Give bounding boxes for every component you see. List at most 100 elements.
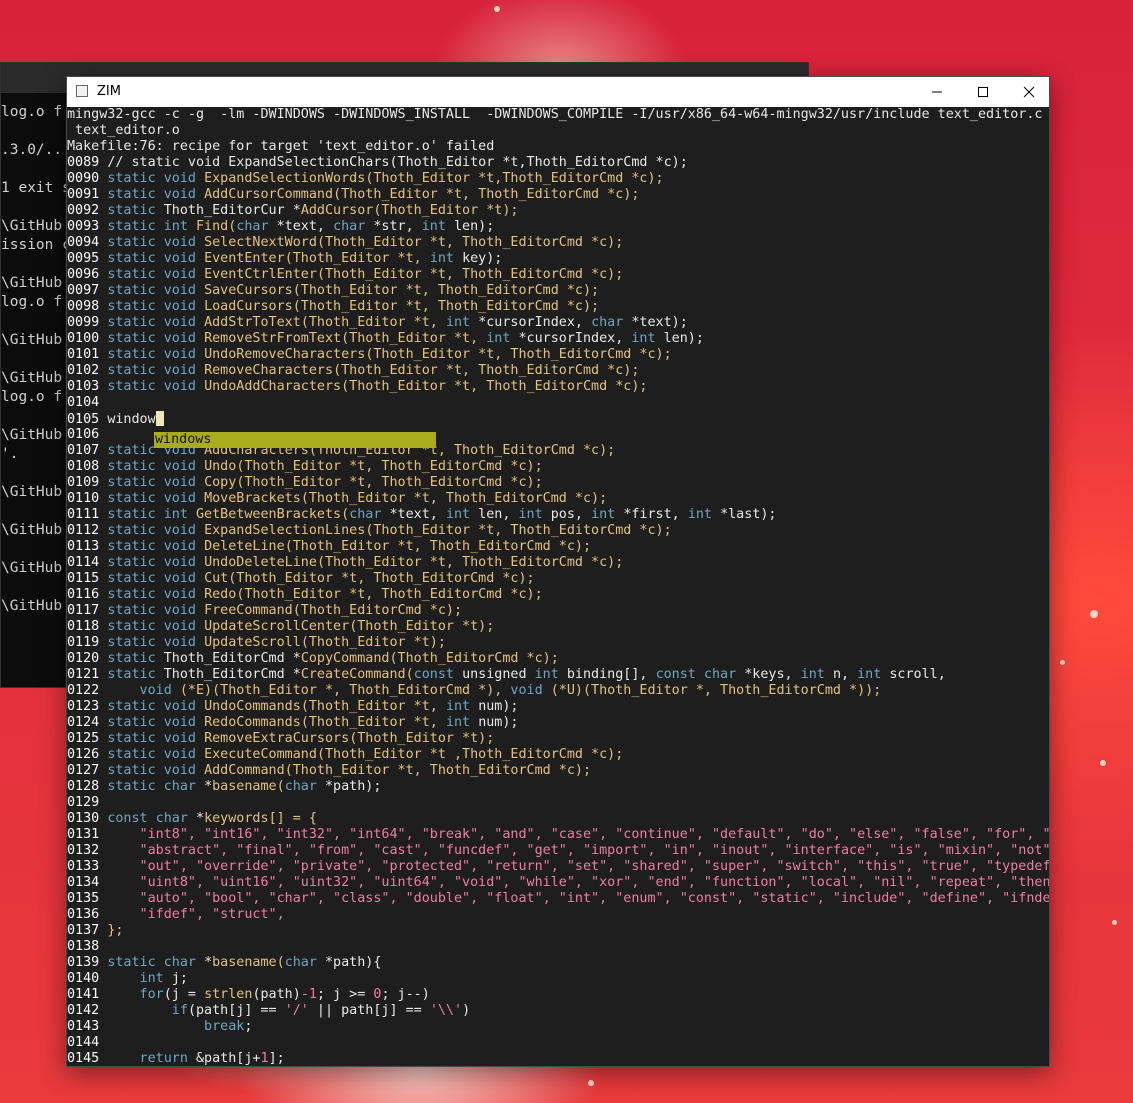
- line-number: 0133: [67, 859, 108, 874]
- code-line[interactable]: 0134 "uint8", "uint16", "uint32", "uint6…: [67, 875, 1049, 891]
- line-number: 0138: [67, 939, 108, 954]
- code-line[interactable]: Makefile:76: recipe for target 'text_edi…: [67, 139, 1049, 155]
- code-line[interactable]: 0097 static void SaveCursors(Thoth_Edito…: [67, 283, 1049, 299]
- line-number: 0093: [67, 219, 108, 234]
- code-token: (Thoth_Editor *t, Thoth_EditorCmd *c);: [236, 587, 543, 602]
- code-line[interactable]: 0145 return &path[j+1];: [67, 1051, 1049, 1066]
- code-line[interactable]: 0095 static void EventEnter(Thoth_Editor…: [67, 251, 1049, 267]
- code-text[interactable]: mingw32-gcc -c -g -lm -DWINDOWS -DWINDOW…: [67, 107, 1049, 1066]
- maximize-button[interactable]: [960, 77, 1006, 107]
- code-line[interactable]: text_editor.o: [67, 123, 1049, 139]
- code-line[interactable]: 0092 static Thoth_EditorCur *AddCursor(T…: [67, 203, 1049, 219]
- code-token: CopyCommand: [300, 651, 390, 666]
- autocomplete-suggestion[interactable]: windows: [154, 432, 436, 448]
- code-line[interactable]: 0112 static void ExpandSelectionLines(Th…: [67, 523, 1049, 539]
- code-line[interactable]: 0116 static void Redo(Thoth_Editor *t, T…: [67, 587, 1049, 603]
- close-button[interactable]: [1006, 77, 1052, 107]
- code-line[interactable]: 0125 static void RemoveExtraCursors(Thot…: [67, 731, 1049, 747]
- code-token: (Thoth_Editor *t, Thoth_EditorCmd *c);: [284, 539, 592, 554]
- code-line[interactable]: 0101 static void UndoRemoveCharacters(Th…: [67, 347, 1049, 363]
- code-line[interactable]: 0105 window: [67, 411, 1049, 427]
- terminal-line: 1 exit s: [1, 180, 71, 196]
- code-line[interactable]: 0120 static Thoth_EditorCmd *CopyCommand…: [67, 651, 1049, 667]
- code-line[interactable]: 0111 static int GetBetweenBrackets(char …: [67, 507, 1049, 523]
- code-line[interactable]: 0131 "int8", "int16", "int32", "int64", …: [67, 827, 1049, 843]
- code-line[interactable]: 0133 "out", "override", "private", "prot…: [67, 859, 1049, 875]
- code-line[interactable]: 0100 static void RemoveStrFromText(Thoth…: [67, 331, 1049, 347]
- code-line[interactable]: 0143 break;: [67, 1019, 1049, 1035]
- code-line[interactable]: 0129: [67, 795, 1049, 811]
- code-token: int: [445, 715, 479, 730]
- code-token: return: [107, 1051, 196, 1066]
- code-token: SelectNextWord: [204, 235, 317, 250]
- code-line[interactable]: 0114 static void UndoDeleteLine(Thoth_Ed…: [67, 555, 1049, 571]
- line-number: 0140: [67, 971, 108, 986]
- code-line[interactable]: 0117 static void FreeCommand(Thoth_Edito…: [67, 603, 1049, 619]
- code-line[interactable]: mingw32-gcc -c -g -lm -DWINDOWS -DWINDOW…: [67, 107, 1049, 123]
- code-token: int: [631, 331, 664, 346]
- code-token: (j =: [163, 987, 205, 1002]
- code-line[interactable]: 0099 static void AddStrToText(Thoth_Edit…: [67, 315, 1049, 331]
- code-line[interactable]: 0109 static void Copy(Thoth_Editor *t, T…: [67, 475, 1049, 491]
- code-line[interactable]: 0093 static int Find(char *text, char *s…: [67, 219, 1049, 235]
- minimize-button[interactable]: [914, 77, 960, 107]
- code-token: (Thoth_Editor *t);: [300, 635, 446, 650]
- code-line[interactable]: 0119 static void UpdateScroll(Thoth_Edit…: [67, 635, 1049, 651]
- code-line[interactable]: 0091 static void AddCursorCommand(Thoth_…: [67, 187, 1049, 203]
- zim-editor-window[interactable]: ZIM mingw32-gcc -c -g -lm -DWINDOWS -DWI…: [66, 76, 1050, 1067]
- code-line[interactable]: 0141 for(j = strlen(path)-1; j >= 0; j--…: [67, 987, 1049, 1003]
- code-token: (Thoth_Editor *t,Thoth_EditorCmd *c);: [365, 171, 664, 186]
- code-token: static: [107, 667, 164, 682]
- code-token: static char: [107, 779, 205, 794]
- code-line[interactable]: 0113 static void DeleteLine(Thoth_Editor…: [67, 539, 1049, 555]
- code-editor-area[interactable]: mingw32-gcc -c -g -lm -DWINDOWS -DWINDOW…: [67, 107, 1049, 1066]
- code-line[interactable]: 0102 static void RemoveCharacters(Thoth_…: [67, 363, 1049, 379]
- line-number: 0143: [67, 1019, 108, 1034]
- code-line[interactable]: 0115 static void Cut(Thoth_Editor *t, Th…: [67, 571, 1049, 587]
- code-line[interactable]: 0098 static void LoadCursors(Thoth_Edito…: [67, 299, 1049, 315]
- code-line[interactable]: 0136 "ifdef", "struct",: [67, 907, 1049, 923]
- code-line[interactable]: 0140 int j;: [67, 971, 1049, 987]
- code-line[interactable]: 0139 static char *basename(char *path){: [67, 955, 1049, 971]
- code-line[interactable]: 0122 void (*E)(Thoth_Editor *, Thoth_Edi…: [67, 683, 1049, 699]
- title-bar[interactable]: ZIM: [67, 77, 1049, 107]
- code-line[interactable]: 0118 static void UpdateScrollCenter(Thot…: [67, 619, 1049, 635]
- code-token: basename: [212, 955, 277, 970]
- line-number: 0115: [67, 571, 108, 586]
- code-line[interactable]: 0123 static void UndoCommands(Thoth_Edit…: [67, 699, 1049, 715]
- code-line[interactable]: 0121 static Thoth_EditorCmd *CreateComma…: [67, 667, 1049, 683]
- line-number: 0098: [67, 299, 108, 314]
- code-line[interactable]: 0130 const char *keywords[] = {: [67, 811, 1049, 827]
- code-line[interactable]: 0110 static void MoveBrackets(Thoth_Edit…: [67, 491, 1049, 507]
- code-line[interactable]: 0124 static void RedoCommands(Thoth_Edit…: [67, 715, 1049, 731]
- code-token: (Thoth_Editor *t, Thoth_EditorCmd *c);: [292, 299, 600, 314]
- code-token: *path);: [325, 779, 382, 794]
- line-number: 0126: [67, 747, 108, 762]
- code-line[interactable]: 0138: [67, 939, 1049, 955]
- code-token: int: [857, 667, 890, 682]
- line-number: 0106: [67, 427, 108, 442]
- code-line[interactable]: 0089 // static void ExpandSelectionChars…: [67, 155, 1049, 171]
- code-line[interactable]: 0144: [67, 1035, 1049, 1051]
- code-token: basename: [212, 779, 277, 794]
- code-line[interactable]: 0104: [67, 395, 1049, 411]
- code-line[interactable]: 0096 static void EventCtrlEnter(Thoth_Ed…: [67, 267, 1049, 283]
- code-line[interactable]: 0090 static void ExpandSelectionWords(Th…: [67, 171, 1049, 187]
- code-token: static void: [107, 379, 205, 394]
- line-number: 0125: [67, 731, 108, 746]
- code-line[interactable]: 0127 static void AddCommand(Thoth_Editor…: [67, 763, 1049, 779]
- code-token: (: [341, 507, 350, 522]
- code-token: (Thoth_Editor *t,: [300, 699, 446, 714]
- code-token: char: [236, 219, 277, 234]
- code-token: static void: [107, 235, 205, 250]
- code-line[interactable]: 0142 if(path[j] == '/' || path[j] == '\\…: [67, 1003, 1049, 1019]
- code-line[interactable]: 0135 "auto", "bool", "char", "class", "d…: [67, 891, 1049, 907]
- code-line[interactable]: 0108 static void Undo(Thoth_Editor *t, T…: [67, 459, 1049, 475]
- code-line[interactable]: 0103 static void UndoAddCharacters(Thoth…: [67, 379, 1049, 395]
- code-token: static int: [107, 219, 196, 234]
- code-line[interactable]: 0094 static void SelectNextWord(Thoth_Ed…: [67, 235, 1049, 251]
- code-line[interactable]: 0128 static char *basename(char *path);: [67, 779, 1049, 795]
- code-line[interactable]: 0126 static void ExecuteCommand(Thoth_Ed…: [67, 747, 1049, 763]
- code-line[interactable]: 0137 };: [67, 923, 1049, 939]
- code-line[interactable]: 0132 "abstract", "final", "from", "cast"…: [67, 843, 1049, 859]
